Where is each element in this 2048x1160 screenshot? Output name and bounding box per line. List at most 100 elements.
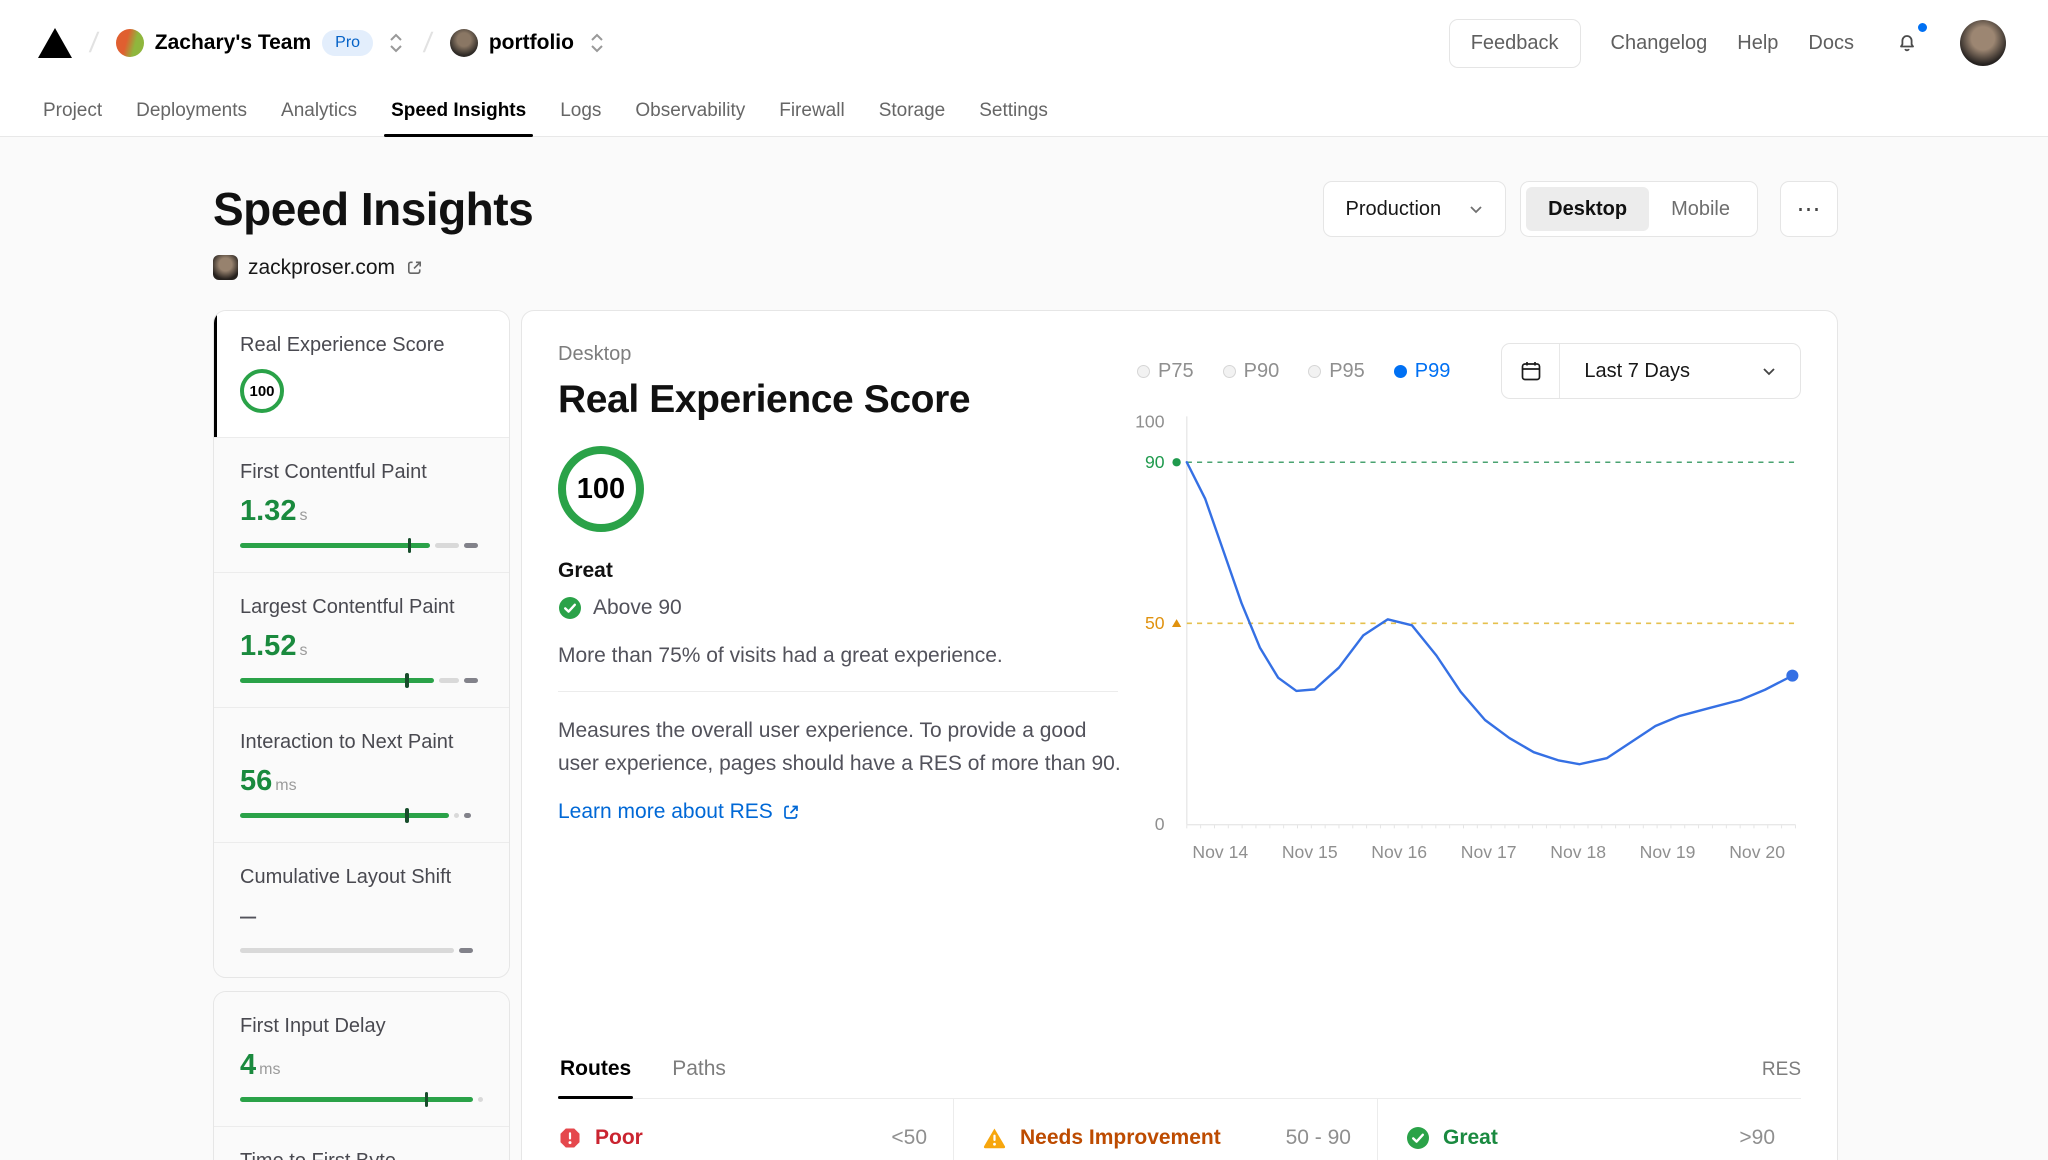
device-mobile[interactable]: Mobile xyxy=(1649,187,1752,231)
external-link-icon xyxy=(781,802,801,822)
svg-text:Nov 17: Nov 17 xyxy=(1461,842,1517,862)
percentile-p99[interactable]: P99 xyxy=(1394,360,1451,383)
sidebar-item-largest-contentful-paint[interactable]: Largest Contentful Paint 1.52s xyxy=(214,573,509,708)
project-avatar xyxy=(450,29,478,57)
alert-triangle-icon xyxy=(982,1126,1007,1150)
bar-tick xyxy=(408,538,412,553)
team-name: Zachary's Team xyxy=(155,31,311,55)
tab-settings[interactable]: Settings xyxy=(962,86,1065,136)
metric-unit: s xyxy=(299,507,307,524)
check-circle-icon xyxy=(1406,1126,1430,1150)
help-link[interactable]: Help xyxy=(1737,32,1778,55)
category-range: >90 xyxy=(1739,1126,1775,1150)
external-link-icon[interactable] xyxy=(405,258,424,277)
sidebar-item-real-experience-score[interactable]: Real Experience Score 100 xyxy=(214,311,509,438)
team-switcher[interactable]: Zachary's Team Pro xyxy=(116,29,406,57)
percentile-p75[interactable]: P75 xyxy=(1137,360,1194,383)
res-title: Real Experience Score xyxy=(558,378,1133,422)
metric-bar xyxy=(240,813,483,818)
learn-more-link[interactable]: Learn more about RES xyxy=(558,800,801,824)
metric-unit: ms xyxy=(259,1061,280,1078)
tab-routes[interactable]: Routes xyxy=(558,1057,633,1098)
site-favicon xyxy=(213,255,238,280)
res-rating: Great xyxy=(558,559,1133,583)
res-rating-detail-row: Above 90 xyxy=(558,596,1133,620)
metric-bar xyxy=(240,1097,483,1102)
tab-logs[interactable]: Logs xyxy=(543,86,618,136)
header-top-row: / Zachary's Team Pro / portfolio Feedbac… xyxy=(0,0,2048,86)
res-summary-column: Desktop Real Experience Score 100 Great … xyxy=(558,343,1133,1049)
pro-badge: Pro xyxy=(322,30,373,56)
metric-value: 4ms xyxy=(240,1051,483,1080)
page-title: Speed Insights xyxy=(213,182,533,236)
svg-text:Nov 15: Nov 15 xyxy=(1282,842,1338,862)
project-name: portfolio xyxy=(489,31,574,55)
changelog-link[interactable]: Changelog xyxy=(1611,32,1708,55)
sidebar-item-first-input-delay[interactable]: First Input Delay 4ms xyxy=(214,992,509,1127)
routes-section: Routes Paths RES Poor <50 /publications xyxy=(558,1057,1801,1160)
domain-row: zackproser.com xyxy=(213,255,1838,280)
tab-storage[interactable]: Storage xyxy=(862,86,963,136)
more-options-button[interactable]: ⋯ xyxy=(1780,181,1838,237)
date-range-select[interactable]: Last 7 Days xyxy=(1501,343,1801,399)
sidebar-item-first-contentful-paint[interactable]: First Contentful Paint 1.32s xyxy=(214,438,509,573)
res-description: Measures the overall user experience. To… xyxy=(558,715,1123,780)
vercel-logo-icon[interactable] xyxy=(38,28,72,58)
column-poor: Poor <50 /publications 8 45 xyxy=(558,1099,953,1160)
team-avatar xyxy=(116,29,144,57)
svg-text:90: 90 xyxy=(1145,452,1165,472)
metric-label: Cumulative Layout Shift xyxy=(240,866,483,889)
chevron-updown-icon[interactable] xyxy=(587,31,607,55)
radio-icon xyxy=(1394,365,1407,378)
page-head: Speed Insights Production Desktop Mobile… xyxy=(213,181,1838,237)
metric-bar xyxy=(240,543,483,548)
svg-text:Nov 14: Nov 14 xyxy=(1192,842,1248,862)
metric-value: – xyxy=(240,902,483,931)
page-controls: Production Desktop Mobile ⋯ xyxy=(1323,181,1838,237)
tab-project[interactable]: Project xyxy=(26,86,119,136)
tab-paths[interactable]: Paths xyxy=(670,1057,728,1098)
tab-observability[interactable]: Observability xyxy=(618,86,762,136)
metric-bar xyxy=(240,948,483,953)
percentile-p90[interactable]: P90 xyxy=(1223,360,1280,383)
tab-firewall[interactable]: Firewall xyxy=(762,86,861,136)
breadcrumb-separator: / xyxy=(88,27,100,59)
metric-value: 1.32s xyxy=(240,497,483,526)
docs-link[interactable]: Docs xyxy=(1808,32,1854,55)
feedback-button[interactable]: Feedback xyxy=(1449,19,1581,68)
calendar-icon xyxy=(1502,344,1560,398)
page-content: Speed Insights Production Desktop Mobile… xyxy=(0,181,2048,1160)
user-avatar[interactable] xyxy=(1960,20,2006,66)
metric-value: 1.52s xyxy=(240,632,483,661)
tab-speed-insights[interactable]: Speed Insights xyxy=(374,86,543,136)
tab-analytics[interactable]: Analytics xyxy=(264,86,374,136)
svg-text:50: 50 xyxy=(1145,613,1165,633)
project-nav-tabs: Project Deployments Analytics Speed Insi… xyxy=(0,86,2048,136)
metric-label: Interaction to Next Paint xyxy=(240,731,483,754)
sidebar-item-time-to-first-byte[interactable]: Time to First Byte xyxy=(214,1127,509,1160)
app-header: / Zachary's Team Pro / portfolio Feedbac… xyxy=(0,0,2048,137)
category-range: <50 xyxy=(891,1126,927,1150)
metric-unit: s xyxy=(299,642,307,659)
bell-icon xyxy=(1895,31,1919,55)
column-great: Great >90 /comparisons/codeium-… 600 100 xyxy=(1377,1099,1801,1160)
category-range: 50 - 90 xyxy=(1286,1126,1351,1150)
breadcrumb-separator: / xyxy=(422,27,434,59)
metric-label: First Input Delay xyxy=(240,1015,483,1038)
notifications-button[interactable] xyxy=(1884,20,1930,66)
metrics-sidebar: Real Experience Score 100 First Contentf… xyxy=(213,310,510,1160)
tab-deployments[interactable]: Deployments xyxy=(119,86,264,136)
percentile-p95[interactable]: P95 xyxy=(1308,360,1365,383)
res-summary-text: More than 75% of visits had a great expe… xyxy=(558,644,1133,668)
environment-select[interactable]: Production xyxy=(1323,181,1507,237)
sidebar-item-cumulative-layout-shift[interactable]: Cumulative Layout Shift – xyxy=(214,843,509,977)
chevron-updown-icon[interactable] xyxy=(386,31,406,55)
svg-text:Nov 20: Nov 20 xyxy=(1729,842,1785,862)
project-switcher[interactable]: portfolio xyxy=(450,29,607,57)
res-detail-card: Desktop Real Experience Score 100 Great … xyxy=(521,310,1838,1160)
svg-text:100: 100 xyxy=(1135,412,1165,432)
sidebar-item-interaction-to-next-paint[interactable]: Interaction to Next Paint 56ms xyxy=(214,708,509,843)
device-desktop[interactable]: Desktop xyxy=(1526,187,1649,231)
date-range-value: Last 7 Days xyxy=(1560,344,1800,398)
metric-label: Time to First Byte xyxy=(240,1150,483,1160)
